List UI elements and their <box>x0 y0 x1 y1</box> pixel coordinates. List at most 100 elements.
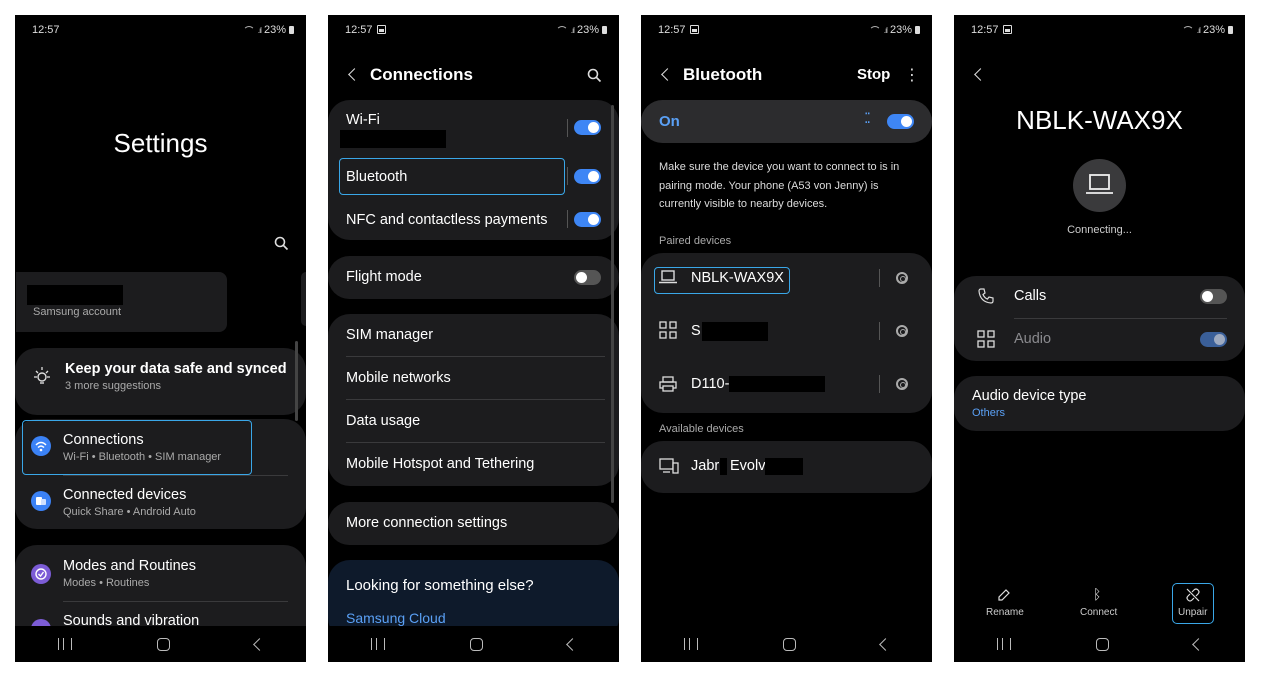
profiles-group: Calls Audio <box>954 276 1245 361</box>
divider <box>567 119 568 137</box>
divider <box>879 375 880 393</box>
lightbulb-icon <box>34 367 50 384</box>
status-bar: 12:57 .ıl 23% <box>32 24 294 38</box>
wifi-status-icon <box>242 25 255 35</box>
connections-highlight <box>22 420 252 475</box>
device-name: S <box>691 323 701 339</box>
suggestion-card[interactable]: Keep your data safe and synced 3 more su… <box>15 348 306 415</box>
data-usage-item[interactable]: Data usage <box>346 413 420 429</box>
divider <box>879 322 880 340</box>
search-icon[interactable] <box>274 236 289 251</box>
hotspot-item[interactable]: Mobile Hotspot and Tethering <box>346 456 534 472</box>
wifi-toggle[interactable] <box>574 120 601 135</box>
back-button[interactable] <box>1191 637 1205 651</box>
audio-label: Audio <box>1014 331 1052 347</box>
nfc-label: NFC and contactless payments <box>346 212 548 228</box>
scrollbar[interactable] <box>611 105 614 503</box>
more-options-icon[interactable]: ⋮ <box>904 65 920 85</box>
battery-text: 23% <box>263 24 286 36</box>
battery-text: 23% <box>889 24 912 36</box>
device-avatar <box>1073 159 1126 212</box>
divider <box>879 269 880 287</box>
settings-gear-icon[interactable] <box>896 325 908 337</box>
pairing-info: Make sure the device you want to connect… <box>659 161 900 210</box>
home-button[interactable] <box>1095 637 1109 651</box>
scan-dots-icon: ⁚⁚ <box>864 110 871 126</box>
more-connection-settings-item[interactable]: More connection settings <box>328 502 619 545</box>
status-time: 12:57 <box>658 24 699 36</box>
battery-icon <box>289 26 294 34</box>
modes-subtitle: Modes • Routines <box>63 577 150 589</box>
home-button[interactable] <box>782 637 796 651</box>
bluetooth-master-switch[interactable]: On ⁚⁚ <box>641 100 932 143</box>
back-button[interactable] <box>252 637 266 651</box>
status-time: 12:57 <box>32 24 60 36</box>
divider <box>567 167 568 185</box>
bluetooth-screen: 12:57 .ıl 23% Bluetooth Stop ⋮ On ⁚⁚ Make… <box>641 15 932 662</box>
stop-button[interactable]: Stop <box>857 66 890 83</box>
back-button[interactable] <box>878 637 892 651</box>
device-highlight <box>654 267 790 294</box>
redacted-name <box>720 458 727 475</box>
samsung-cloud-link[interactable]: Samsung Cloud <box>346 610 446 626</box>
connected-devices-subtitle: Quick Share • Android Auto <box>63 506 196 518</box>
settings-gear-icon[interactable] <box>896 378 908 390</box>
wifi-status-icon <box>555 25 568 35</box>
back-arrow-icon[interactable] <box>348 68 361 81</box>
nav-bar <box>15 626 306 662</box>
back-button[interactable] <box>565 637 579 651</box>
audio-toggle[interactable] <box>1200 332 1227 347</box>
scrollbar[interactable] <box>295 341 298 421</box>
page-title: Connections <box>370 65 473 84</box>
home-button[interactable] <box>469 637 483 651</box>
status-bar: 12:57 .ıl 23% <box>971 24 1233 38</box>
flight-mode-item[interactable]: Flight mode <box>328 256 619 299</box>
redacted-name <box>27 285 123 305</box>
available-devices-header: Available devices <box>659 423 744 435</box>
battery-icon <box>915 26 920 34</box>
search-icon[interactable] <box>587 68 602 83</box>
nfc-toggle[interactable] <box>574 212 601 227</box>
wifi-label: Wi-Fi <box>346 112 380 128</box>
bluetooth-toggle[interactable] <box>887 114 914 129</box>
back-arrow-icon[interactable] <box>974 68 987 81</box>
image-notification-icon <box>689 25 699 34</box>
battery-text: 23% <box>1202 24 1225 36</box>
on-label: On <box>659 113 680 130</box>
recent-apps-button[interactable] <box>996 638 1011 650</box>
recent-apps-button[interactable] <box>683 638 698 650</box>
sim-manager-item[interactable]: SIM manager <box>346 327 433 343</box>
bluetooth-toggle[interactable] <box>574 169 601 184</box>
redacted-name <box>765 458 803 475</box>
back-arrow-icon[interactable] <box>661 68 674 81</box>
status-bar: 12:57 .ıl 23% <box>345 24 607 38</box>
device-name-title: NBLK-WAX9X <box>1016 105 1183 135</box>
redacted-name <box>729 376 825 392</box>
recent-apps-button[interactable] <box>57 638 72 650</box>
samsung-account-card[interactable]: Samsung account <box>16 272 227 332</box>
home-button[interactable] <box>156 637 170 651</box>
audio-device-type-item[interactable]: Audio device type Others <box>954 376 1245 431</box>
calls-toggle[interactable] <box>1200 289 1227 304</box>
modes-title: Modes and Routines <box>63 558 196 574</box>
rename-label: Rename <box>986 607 1024 618</box>
divider <box>63 601 288 602</box>
battery-icon <box>1228 26 1233 34</box>
status-bar: 12:57 .ıl 23% <box>658 24 920 38</box>
account-card-peek <box>301 272 306 326</box>
device-name: D110- <box>691 376 730 392</box>
unlink-icon <box>1186 588 1200 602</box>
recent-apps-button[interactable] <box>370 638 385 650</box>
available-device-item[interactable]: Jabr Evolv <box>641 441 932 493</box>
devices-icon <box>31 491 51 511</box>
nav-bar <box>641 626 932 662</box>
mobile-networks-item[interactable]: Mobile networks <box>346 370 451 386</box>
divider <box>346 442 605 443</box>
flight-mode-toggle[interactable] <box>574 270 601 285</box>
divider <box>567 210 568 228</box>
paired-devices-header: Paired devices <box>659 235 732 247</box>
image-notification-icon <box>1002 25 1012 34</box>
laptop-icon <box>1086 174 1113 194</box>
redacted-network <box>340 130 446 148</box>
settings-gear-icon[interactable] <box>896 272 908 284</box>
